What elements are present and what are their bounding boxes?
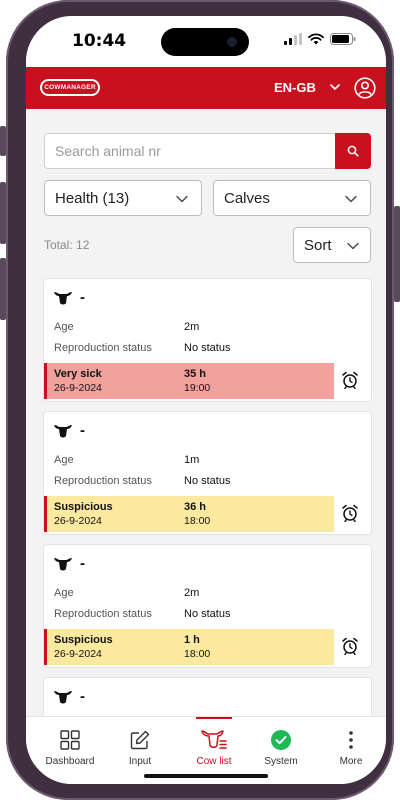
cow-head-icon <box>54 690 72 703</box>
chevron-down-icon <box>176 195 188 203</box>
nav-system-label: System <box>264 756 298 767</box>
nav-dashboard[interactable]: Dashboard <box>34 717 106 777</box>
screen: 10:44 COWMANAGER EN-GB Search animal nr … <box>26 16 386 784</box>
cow-card-header: - <box>54 289 85 306</box>
nav-input[interactable]: Input <box>104 717 176 777</box>
alert-duration: 36 h <box>184 501 207 513</box>
reproduction-status-label: Reproduction status <box>54 608 152 620</box>
cow-card[interactable]: - Age 1m Reproduction status No status S… <box>44 412 371 534</box>
total-count: Total: 12 <box>44 238 90 252</box>
reproduction-status-value: No status <box>184 608 231 620</box>
alarm-clock-icon[interactable] <box>341 504 359 522</box>
group-filter-value: Calves <box>224 189 270 207</box>
alert-time: 18:00 <box>184 648 211 660</box>
alarm-clock-icon[interactable] <box>341 637 359 655</box>
cow-head-icon <box>54 424 72 437</box>
cow-card[interactable]: - Age 2m Reproduction status No status S… <box>44 545 371 667</box>
reproduction-status-value: No status <box>184 342 231 354</box>
alert-status: Suspicious <box>54 634 113 646</box>
cow-head-icon <box>54 557 72 570</box>
reproduction-status-label: Reproduction status <box>54 342 152 354</box>
sort-select[interactable]: Sort <box>293 227 371 263</box>
nav-cow-list[interactable]: Cow list <box>178 717 250 777</box>
phone-frame: 10:44 COWMANAGER EN-GB Search animal nr … <box>0 0 400 800</box>
sort-label: Sort <box>304 236 332 254</box>
cow-card-header: - <box>54 422 85 439</box>
cow-card-header: - <box>54 555 85 572</box>
nav-input-label: Input <box>128 756 152 767</box>
power-button <box>394 206 400 302</box>
cow-number: - <box>80 555 85 572</box>
alert-time: 18:00 <box>184 515 211 527</box>
alert-status: Very sick <box>54 368 102 380</box>
battery-icon <box>330 33 356 45</box>
user-account-icon[interactable] <box>354 77 376 99</box>
volume-up-button <box>0 182 6 244</box>
search-button[interactable] <box>335 133 371 169</box>
cow-number: - <box>80 289 85 306</box>
nav-system[interactable]: System <box>245 717 317 777</box>
cow-list-icon <box>201 730 227 749</box>
app-header: COWMANAGER EN-GB <box>26 67 386 109</box>
age-value: 2m <box>184 321 200 333</box>
language-selector[interactable]: EN-GB <box>274 80 316 95</box>
nav-more-label: More <box>339 756 363 767</box>
reproduction-status-label: Reproduction status <box>54 475 152 487</box>
alert-date: 26-9-2024 <box>54 382 102 394</box>
search-field[interactable] <box>44 133 336 169</box>
cowmanager-logo[interactable]: COWMANAGER <box>40 79 100 96</box>
alert-time: 19:00 <box>184 382 211 394</box>
cow-card-header: - <box>54 688 85 705</box>
signal-icon <box>284 33 302 45</box>
volume-down-button <box>0 258 6 320</box>
alert-status: Suspicious <box>54 501 113 513</box>
cow-number: - <box>80 422 85 439</box>
chevron-down-icon <box>347 242 359 250</box>
check-circle-icon <box>271 730 291 750</box>
search-input[interactable] <box>45 134 335 168</box>
clock: 10:44 <box>72 31 127 51</box>
cow-number: - <box>80 688 85 705</box>
alert-duration: 1 h <box>184 634 200 646</box>
health-alert-suspicious[interactable]: Suspicious 26-9-2024 1 h 18:00 <box>44 629 334 665</box>
nav-more[interactable]: More <box>315 717 386 777</box>
action-button <box>0 126 6 156</box>
home-indicator <box>144 774 268 778</box>
health-filter-select[interactable]: Health (13) <box>44 180 202 216</box>
dashboard-grid-icon <box>60 730 80 750</box>
reproduction-status-value: No status <box>184 475 231 487</box>
cow-head-icon <box>54 291 72 304</box>
status-bar: 10:44 <box>26 16 386 68</box>
age-value: 2m <box>184 587 200 599</box>
age-label: Age <box>54 587 74 599</box>
alert-date: 26-9-2024 <box>54 648 102 660</box>
alert-duration: 35 h <box>184 368 207 380</box>
search-icon <box>347 145 359 157</box>
group-filter-select[interactable]: Calves <box>213 180 371 216</box>
cow-card[interactable]: - Age 2m Reproduction status No status V… <box>44 279 371 401</box>
age-label: Age <box>54 454 74 466</box>
logo-text: COWMANAGER <box>42 81 98 94</box>
nav-cow-list-label: Cow list <box>196 756 232 767</box>
more-vertical-icon <box>349 731 353 749</box>
age-value: 1m <box>184 454 200 466</box>
dynamic-island <box>161 28 249 56</box>
nav-dashboard-label: Dashboard <box>45 756 95 767</box>
alert-date: 26-9-2024 <box>54 515 102 527</box>
chevron-down-icon[interactable] <box>329 81 341 93</box>
alarm-clock-icon[interactable] <box>341 371 359 389</box>
health-filter-value: Health (13) <box>55 189 130 207</box>
edit-pencil-icon <box>130 730 150 750</box>
wifi-icon <box>308 33 324 45</box>
age-label: Age <box>54 321 74 333</box>
chevron-down-icon <box>345 195 357 203</box>
status-icons <box>284 33 356 45</box>
health-alert-very-sick[interactable]: Very sick 26-9-2024 35 h 19:00 <box>44 363 334 399</box>
health-alert-suspicious[interactable]: Suspicious 26-9-2024 36 h 18:00 <box>44 496 334 532</box>
